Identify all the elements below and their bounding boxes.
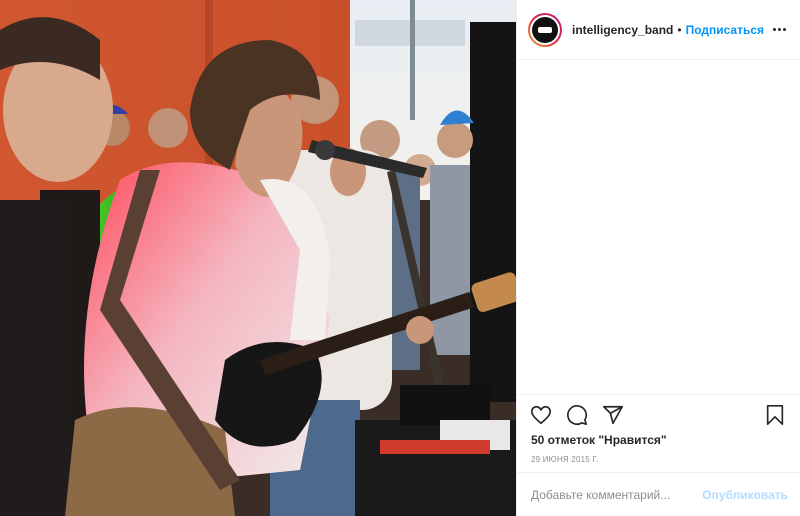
- comments-area: [517, 61, 800, 394]
- share-icon[interactable]: [600, 402, 626, 428]
- more-options-icon[interactable]: [771, 24, 788, 35]
- post-photo[interactable]: [0, 0, 516, 516]
- username-link[interactable]: intelligency_band: [572, 23, 673, 37]
- post-footer: 50 отметок "Нравится" 29 ИЮНЯ 2015 Г. Оп…: [517, 394, 800, 516]
- post-sidebar: intelligency_band • Подписаться 50 отмет…: [516, 0, 800, 516]
- bookmark-icon[interactable]: [762, 402, 788, 428]
- publish-button[interactable]: Опубликовать: [702, 488, 788, 502]
- instagram-post: intelligency_band • Подписаться 50 отмет…: [0, 0, 800, 516]
- follow-button[interactable]: Подписаться: [686, 23, 764, 37]
- heart-icon[interactable]: [528, 402, 554, 428]
- comment-input[interactable]: [531, 487, 703, 502]
- avatar[interactable]: [528, 12, 562, 47]
- post-header: intelligency_band • Подписаться: [517, 0, 800, 60]
- concert-photo-illustration: [0, 0, 516, 516]
- likes-count[interactable]: 50 отметок "Нравится": [517, 433, 800, 447]
- avatar-image: [532, 16, 558, 43]
- separator-dot: •: [677, 22, 682, 37]
- add-comment-section: Опубликовать: [517, 472, 800, 516]
- post-date[interactable]: 29 ИЮНЯ 2015 Г.: [517, 447, 800, 464]
- comment-icon[interactable]: [564, 402, 590, 428]
- action-bar: [517, 395, 800, 435]
